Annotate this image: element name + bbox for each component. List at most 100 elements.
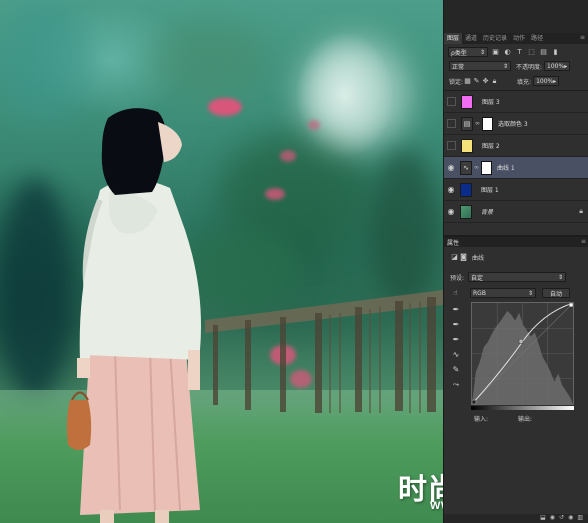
lock-icon: 🔒︎ [579,207,583,215]
curves-adjustment-icon: ◪ [451,253,458,261]
hand-target-icon[interactable]: ☝ [451,289,460,297]
eyedropper-gray-icon[interactable]: ✒ [449,320,463,335]
output-label: 输出: [518,415,533,423]
eye-icon[interactable]: ◉ [444,185,458,194]
lock-all-icon[interactable]: 🔒︎ [490,77,499,86]
opacity-value: 100% [547,62,565,70]
lock-label: 锁定: [449,78,464,86]
curves-adjustment-icon: ∿ [460,160,472,175]
layer-name: 图层 2 [482,143,500,150]
layer-name: 选取颜色 3 [498,121,528,128]
visibility-toggle[interactable] [447,119,456,128]
layer-row[interactable]: ◉ 图层 1 [444,179,588,201]
properties-tab[interactable]: 属性 [444,237,588,247]
layer-row-selected[interactable]: ◉ ∿ ∞ 曲线 1 [444,157,588,179]
fill-value: 100% [536,77,554,85]
smooth-icon[interactable]: ⤳ [449,380,463,395]
shape-filter-icon[interactable]: ⬚ [527,48,536,56]
input-output-row: 输入: 输出: [444,413,588,423]
curve-point [568,303,573,308]
layer-name: 图层 1 [481,187,499,194]
panel-tabs: 图层 通道 历史记录 动作 路径 [444,33,588,44]
layer-mask-thumbnail[interactable] [482,116,493,131]
channel-row: ☝ RGB ⇕ 自动 [444,287,588,299]
lock-pixels-icon[interactable]: ✎ [472,77,481,85]
preset-value: 自定 [471,274,484,282]
adjustment-filter-icon[interactable]: ◐ [503,48,512,56]
chevron-down-icon: ⇕ [502,62,508,70]
panel-menu-icon[interactable]: ≡ [580,34,585,41]
eyedropper-white-icon[interactable]: ✒ [449,335,463,350]
tab-channels[interactable]: 通道 [462,33,480,44]
filter-toggle-icon[interactable]: ▮ [551,48,560,56]
tab-actions[interactable]: 动作 [510,33,528,44]
smart-filter-icon[interactable]: ▤ [539,48,548,56]
opacity-label: 不透明度: [516,63,543,71]
lock-row: 锁定: ▦ ✎ ✥ 🔒︎ 填充: 100% ▸ [444,75,588,87]
eye-icon[interactable]: ◉ [444,163,458,172]
view-previous-icon[interactable]: ◉ [550,514,555,523]
link-icon: ∞ [475,120,480,127]
histogram [472,310,573,404]
layer-row[interactable]: ▤ ∞ 选取颜色 3 [444,113,588,135]
opacity-input[interactable]: 100% ▸ [544,61,571,71]
layer-row[interactable]: 图层 3 [444,91,588,113]
auto-button-label: 自动 [549,290,562,298]
link-icon: ∞ [474,164,479,171]
layer-mask-thumbnail[interactable] [481,160,492,175]
auto-button[interactable]: 自动 [542,288,570,298]
chevron-down-icon: ⇕ [558,273,564,281]
eye-icon[interactable]: ◉ [444,207,458,216]
eyedropper-black-icon[interactable]: ✒ [449,305,463,320]
visibility-toggle[interactable] [447,141,456,150]
adjustment-title: 曲线 [472,254,485,262]
layer-row[interactable]: 图层 2 [444,135,588,157]
properties-title-row: ◪ ◙ 曲线 [444,251,588,263]
watermark-url: WWW.SSXF.NET [430,500,443,512]
fill-input[interactable]: 100% ▸ [533,76,560,86]
visibility-toggle[interactable] [447,97,456,106]
tab-history[interactable]: 历史记录 [480,33,510,44]
clip-icon[interactable]: ⬓ [540,514,546,523]
layer-name: 图层 3 [482,99,500,106]
channel-select[interactable]: RGB ⇕ [470,288,536,298]
delete-icon[interactable]: ▥ [577,514,583,523]
curve-point [518,339,524,344]
filter-type-label: ρ类型 [451,49,467,57]
input-gradient-bar [471,406,574,410]
preset-row: 预设: 自定 ⇕ [444,271,588,283]
chevron-right-icon: ▸ [564,62,568,70]
chevron-down-icon: ⇕ [527,289,533,297]
layer-thumbnail [461,94,473,109]
filter-type-select[interactable]: ρ类型 ⇕ [448,47,488,57]
preset-select[interactable]: 自定 ⇕ [468,272,567,282]
layer-name: 背景 [481,209,494,216]
layers-panel: 图层 通道 历史记录 动作 路径 ≡ ρ类型 ⇕ ▣ ◐ T ⬚ ▤ ▮ 正常 ⇕ … [443,0,588,523]
blend-mode-select[interactable]: 正常 ⇕ [449,61,511,71]
chevron-right-icon: ▸ [553,77,557,85]
layer-row[interactable]: ◉ 背景 🔒︎ [444,201,588,223]
curves-graph[interactable] [471,302,574,405]
curve-tools: ✒ ✒ ✒ ∿ ✎ ⤳ [449,305,463,395]
tab-paths[interactable]: 路径 [528,33,546,44]
pencil-icon[interactable]: ✎ [449,365,463,380]
lock-transparent-icon[interactable]: ▦ [463,77,472,85]
mask-icon[interactable]: ◙ [459,253,468,261]
wooden-fence [205,290,443,413]
visibility-icon[interactable]: ◉ [568,514,573,523]
properties-panel: 属性 ≡ ◪ ◙ 曲线 预设: 自定 ⇕ ☝ RGB ⇕ 自动 ✒ ✒ ✒ ∿ [444,235,588,523]
preset-label: 预设: [450,274,465,282]
curve-point [472,399,477,404]
panel-menu-icon[interactable]: ≡ [581,238,586,245]
properties-bottom-bar: ⬓ ◉ ↺ ◉ ▥ [444,514,588,523]
type-filter-icon[interactable]: T [515,48,524,56]
input-label: 输入: [474,415,489,423]
curve-draw-icon[interactable]: ∿ [449,350,463,365]
lock-position-icon[interactable]: ✥ [481,77,490,85]
girl-figure [66,108,201,523]
layers-list: 图层 3 ▤ ∞ 选取颜色 3 图层 2 ◉ ∿ ∞ 曲线 1 ◉ 图层 1 ◉ [444,90,588,233]
tab-layers[interactable]: 图层 [444,33,463,44]
pixel-filter-icon[interactable]: ▣ [491,48,500,56]
reset-icon[interactable]: ↺ [559,514,564,523]
layer-thumbnail [460,182,472,197]
